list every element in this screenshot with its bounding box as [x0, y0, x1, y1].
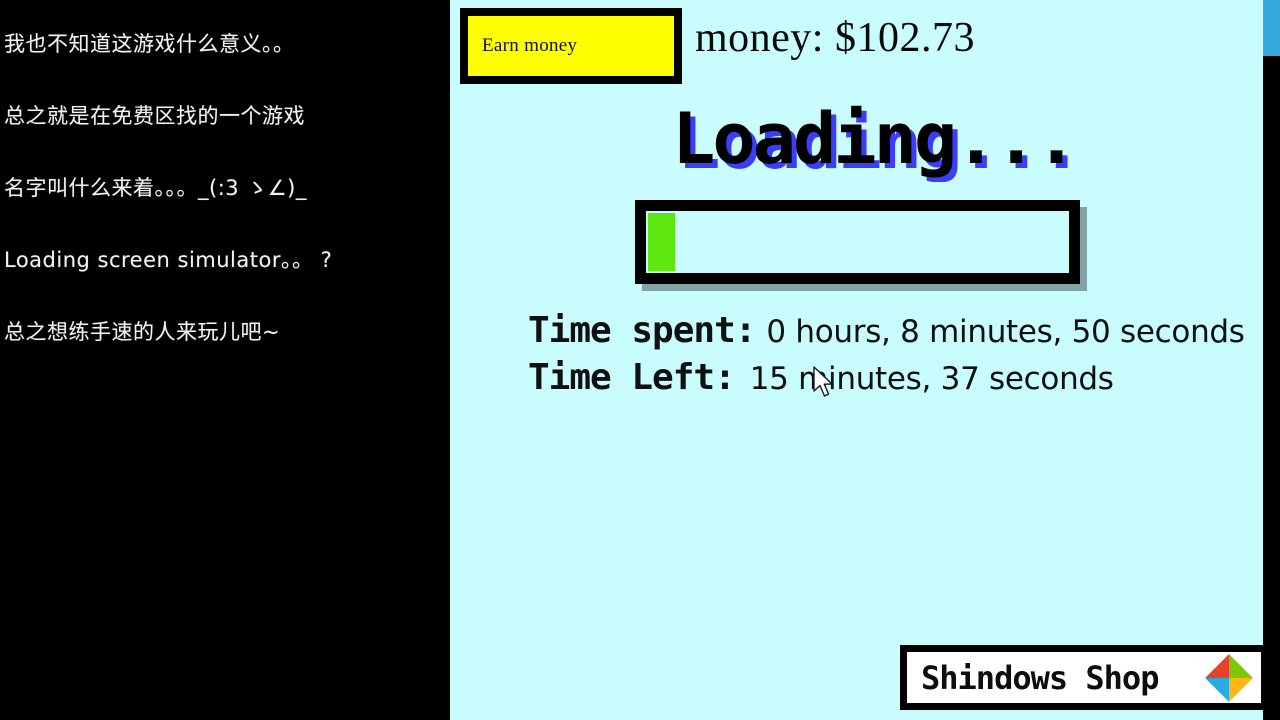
loading-progress-bar[interactable] [635, 200, 1080, 284]
shindows-logo-icon [1203, 652, 1255, 704]
earn-money-label: Earn money [482, 35, 578, 56]
loading-screen-simulator-game: Earn money money: $102.73 Loading... Tim… [450, 0, 1273, 720]
vertical-scrollbar-thumb[interactable] [1263, 0, 1280, 56]
game-screen: 我也不知道这游戏什么意义。。 总之就是在免费区找的一个游戏 名字叫什么来着。。。… [0, 0, 1280, 720]
commentary-line-3: 名字叫什么来着。。。_(:3 ゝ∠)_ [4, 176, 307, 200]
time-left-value: 15 minutes, 37 seconds [749, 361, 1114, 397]
time-stats: Time spent: 0 hours, 8 minutes, 50 secon… [528, 310, 1245, 404]
commentary-line-2: 总之就是在免费区找的一个游戏 [4, 104, 305, 128]
vertical-scrollbar-track[interactable] [1263, 0, 1280, 720]
shindows-shop-label: Shindows Shop [921, 658, 1159, 697]
shindows-shop-button[interactable]: Shindows Shop [900, 645, 1268, 710]
commentary-panel: 我也不知道这游戏什么意义。。 总之就是在免费区找的一个游戏 名字叫什么来着。。。… [0, 0, 450, 720]
time-spent-row: Time spent: 0 hours, 8 minutes, 50 secon… [528, 310, 1245, 357]
loading-title: Loading... [672, 98, 1078, 180]
time-left-row: Time Left: 15 minutes, 37 seconds [528, 357, 1245, 404]
loading-progress-fill [648, 213, 676, 271]
commentary-line-1: 我也不知道这游戏什么意义。。 [4, 32, 295, 56]
time-spent-value: 0 hours, 8 minutes, 50 seconds [766, 314, 1245, 350]
earn-money-button[interactable]: Earn money [460, 8, 682, 84]
money-readout: money: $102.73 [695, 15, 975, 61]
time-left-label: Time Left: [528, 357, 736, 398]
time-spent-label: Time spent: [528, 310, 756, 351]
commentary-line-4: Loading screen simulator。。 ? [4, 248, 333, 272]
commentary-line-5: 总之想练手速的人来玩儿吧~ [4, 320, 281, 344]
